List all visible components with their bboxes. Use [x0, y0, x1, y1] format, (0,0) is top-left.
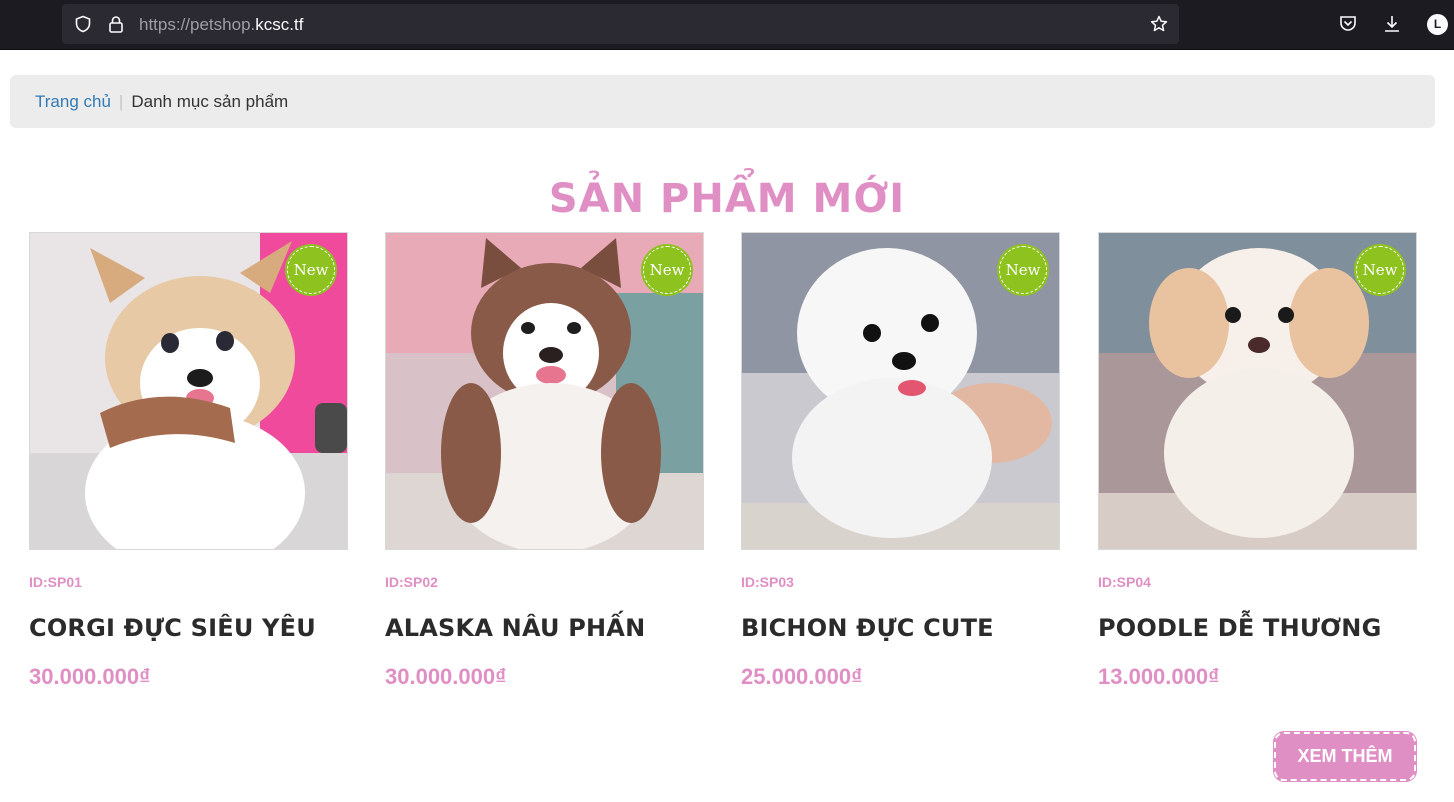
product-id: ID:SP03 [741, 574, 794, 590]
product-name[interactable]: POODLE DỄ THƯƠNG [1098, 614, 1417, 642]
browser-toolbar: https://petshop.kcsc.tf L [0, 0, 1454, 50]
bookmark-star-icon[interactable] [1150, 15, 1168, 33]
url-text[interactable]: https://petshop.kcsc.tf [139, 15, 303, 35]
download-icon[interactable] [1382, 14, 1402, 34]
shield-icon[interactable] [74, 15, 92, 33]
product-id: ID:SP02 [385, 574, 438, 590]
view-more-button[interactable]: XEM THÊM [1274, 732, 1416, 781]
product-image[interactable]: New [29, 232, 348, 550]
product-price: 13.000.000₫ [1098, 664, 1220, 689]
new-badge: New [643, 246, 691, 294]
product-id: ID:SP04 [1098, 574, 1151, 590]
product-image[interactable]: New [741, 232, 1060, 550]
product-image[interactable]: New [1098, 232, 1417, 550]
product-grid: New ID:SP01 CORGI ĐỰC SIÊU YÊU 30.000.00… [0, 232, 1454, 702]
new-badge: New [1356, 246, 1404, 294]
product-card[interactable]: New ID:SP01 CORGI ĐỰC SIÊU YÊU 30.000.00… [29, 232, 348, 690]
product-name[interactable]: ALASKA NÂU PHẤN [385, 614, 704, 642]
product-price: 30.000.000₫ [385, 664, 507, 689]
product-id: ID:SP01 [29, 574, 82, 590]
breadcrumb-home-link[interactable]: Trang chủ [35, 92, 111, 112]
product-price: 25.000.000₫ [741, 664, 863, 689]
pocket-icon[interactable] [1338, 14, 1358, 34]
breadcrumb-current: Danh mục sản phẩm [131, 91, 289, 111]
address-bar[interactable]: https://petshop.kcsc.tf [62, 4, 1179, 44]
product-image[interactable]: New [385, 232, 704, 550]
new-badge: New [287, 246, 335, 294]
product-name[interactable]: BICHON ĐỰC CUTE [741, 614, 1060, 642]
breadcrumb-separator: | [118, 91, 124, 111]
lock-icon[interactable] [107, 15, 125, 33]
new-badge: New [999, 246, 1047, 294]
breadcrumb: Trang chủ | Danh mục sản phẩm [10, 75, 1435, 128]
product-price: 30.000.000₫ [29, 664, 151, 689]
product-card[interactable]: New ID:SP03 BICHON ĐỰC CUTE 25.000.000₫ [741, 232, 1060, 690]
product-card[interactable]: New ID:SP02 ALASKA NÂU PHẤN 30.000.000₫ [385, 232, 704, 690]
product-card[interactable]: New ID:SP04 POODLE DỄ THƯƠNG 13.000.000₫ [1098, 232, 1417, 690]
section-title: SẢN PHẨM MỚI [548, 176, 906, 222]
profile-avatar[interactable]: L [1427, 14, 1448, 35]
product-name[interactable]: CORGI ĐỰC SIÊU YÊU [29, 614, 348, 642]
